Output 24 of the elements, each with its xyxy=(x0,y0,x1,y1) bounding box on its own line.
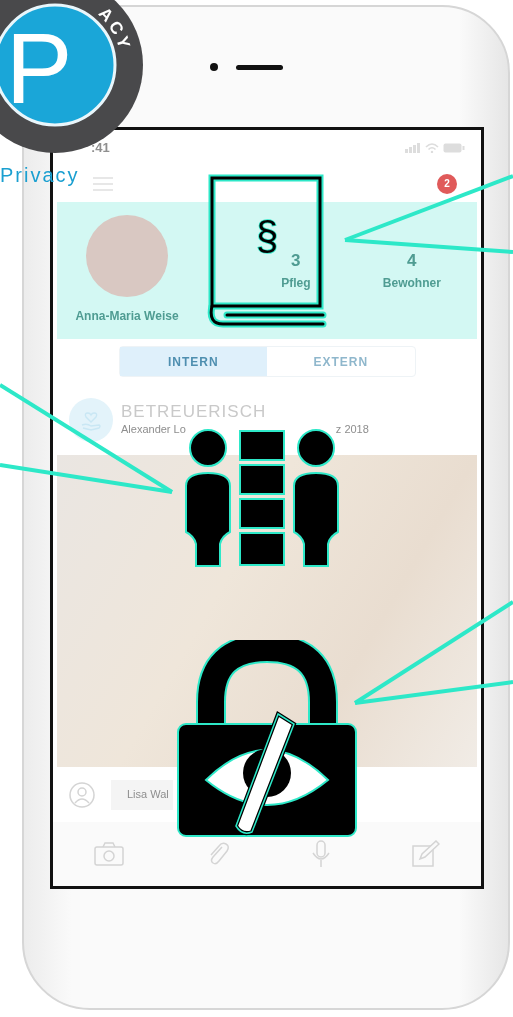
battery-icon xyxy=(443,142,465,153)
stat-value: 4 xyxy=(407,250,417,273)
notification-badge[interactable]: 2 xyxy=(437,173,457,194)
pencil-edit-icon[interactable] xyxy=(412,840,440,869)
stat-label: Pfleg xyxy=(281,274,311,292)
camera-dot xyxy=(209,63,218,71)
wifi-icon xyxy=(425,142,439,153)
signal-icon xyxy=(405,142,421,153)
stat-value: 3 xyxy=(291,250,301,273)
menu-icon[interactable] xyxy=(93,176,113,191)
stat-label: Bewohner xyxy=(382,274,441,292)
camera-icon[interactable] xyxy=(94,842,124,867)
segment-tab[interactable]: INTERN xyxy=(119,346,267,377)
user-icon xyxy=(69,781,95,808)
comment-field[interactable]: Lisa Wal xyxy=(111,779,173,810)
post-meta-text: Alexander Lo xyxy=(121,422,186,438)
status-time: :41 xyxy=(91,139,110,158)
profile-name: Anna-Maria Weise xyxy=(75,308,179,326)
speaker-slot xyxy=(235,64,283,70)
heart-hand-icon xyxy=(69,398,113,443)
post-meta-text: z 2018 xyxy=(335,422,369,438)
logo-letter: P xyxy=(5,12,73,124)
microphone-icon[interactable] xyxy=(312,840,330,869)
segment-tab[interactable]: EXTERN xyxy=(267,346,415,377)
